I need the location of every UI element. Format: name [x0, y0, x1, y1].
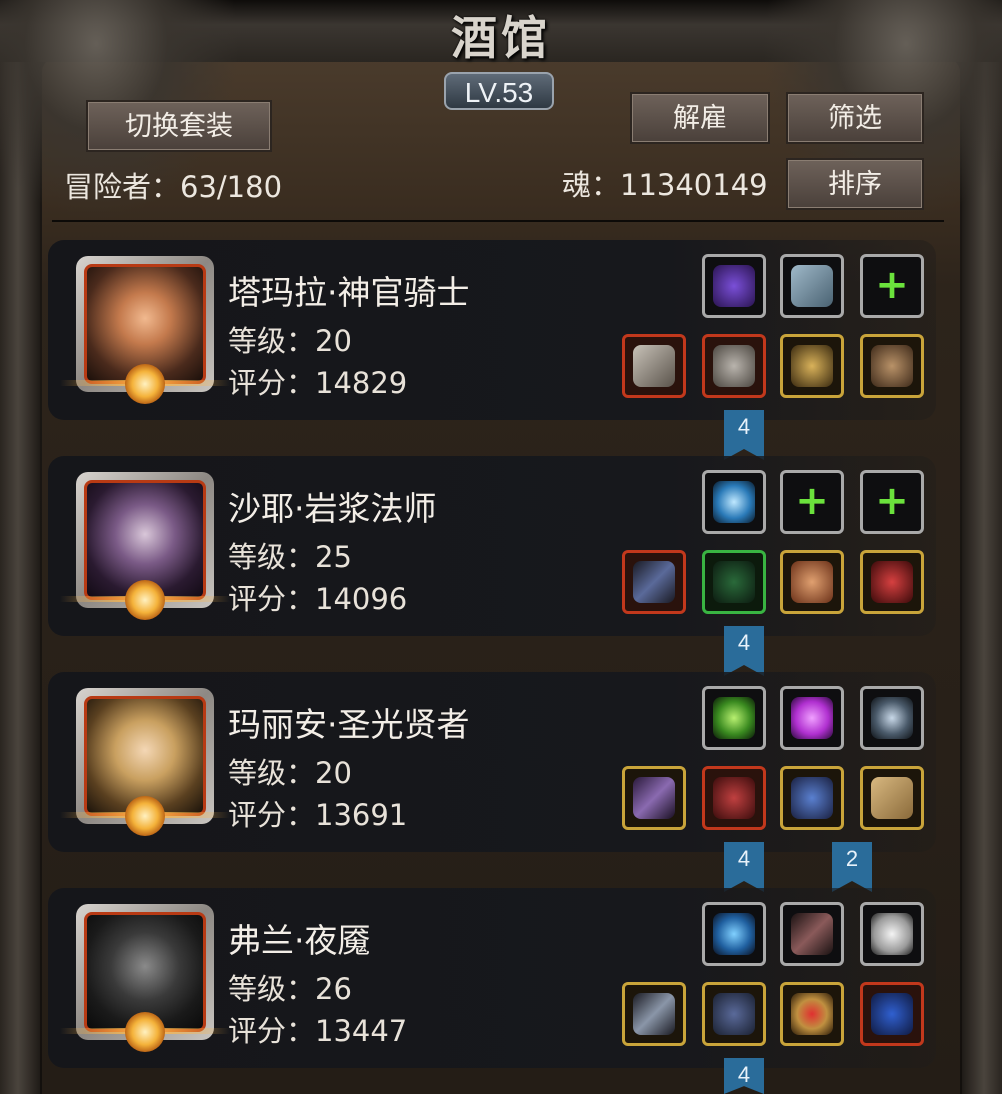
rank-emblem-icon	[125, 364, 165, 404]
mask-icon[interactable]	[860, 334, 924, 398]
hero-score: 评分：14829	[228, 366, 408, 400]
plate-armor-icon[interactable]	[702, 982, 766, 1046]
green-crystal-icon[interactable]	[702, 686, 766, 750]
page-title: 酒馆	[451, 11, 551, 65]
hero-level: 等级：26	[228, 972, 352, 1006]
emblem-icon[interactable]	[860, 686, 924, 750]
staff-icon[interactable]	[622, 550, 686, 614]
empty-slot-plus-icon[interactable]: +	[860, 254, 924, 318]
ruby-ring-icon[interactable]	[780, 982, 844, 1046]
soul-count: 魂：11340149	[562, 168, 768, 202]
hero-name: 塔玛拉·神官骑士	[228, 273, 470, 312]
bracelet-icon[interactable]	[780, 550, 844, 614]
adventurer-count: 冒险者：63/180	[64, 170, 283, 204]
red-cloak-icon[interactable]	[702, 766, 766, 830]
hero-score: 评分：13447	[228, 1014, 408, 1048]
hero-name: 弗兰·夜魇	[228, 921, 371, 960]
rank-emblem-icon	[125, 796, 165, 836]
book-icon[interactable]	[780, 254, 844, 318]
sort-button[interactable]: 排序	[786, 158, 924, 210]
feather-icon[interactable]	[780, 902, 844, 966]
hammer-icon[interactable]	[622, 334, 686, 398]
dagger-icon[interactable]	[622, 982, 686, 1046]
white-stone-icon[interactable]	[860, 902, 924, 966]
divider	[52, 220, 944, 222]
empty-slot-plus-icon[interactable]: +	[860, 470, 924, 534]
tavern-level-badge: LV.53	[444, 72, 554, 110]
hero-level: 等级：25	[228, 540, 352, 574]
amulet-icon[interactable]	[780, 334, 844, 398]
hero-level: 等级：20	[228, 756, 352, 790]
blue-ring-icon[interactable]	[860, 982, 924, 1046]
switch-set-button[interactable]: 切换套装	[86, 100, 272, 152]
empty-slot-plus-icon[interactable]: +	[780, 470, 844, 534]
necklace-icon[interactable]	[860, 550, 924, 614]
rank-emblem-icon	[125, 1012, 165, 1052]
filter-button[interactable]: 筛选	[786, 92, 924, 144]
pendant-icon[interactable]	[780, 766, 844, 830]
purple-gem-icon[interactable]	[780, 686, 844, 750]
scepter-icon[interactable]	[622, 766, 686, 830]
hero-score: 评分：14096	[228, 582, 408, 616]
dismiss-button[interactable]: 解雇	[630, 92, 770, 144]
hero-level: 等级：20	[228, 324, 352, 358]
hero-name: 玛丽安·圣光贤者	[228, 705, 470, 744]
blue-swirl-icon[interactable]	[702, 902, 766, 966]
dark-orb-icon[interactable]	[702, 254, 766, 318]
hero-name: 沙耶·岩浆法师	[228, 489, 437, 528]
robe-icon[interactable]	[702, 550, 766, 614]
blue-orb-icon[interactable]	[702, 470, 766, 534]
scroll-icon[interactable]	[860, 766, 924, 830]
armor-icon[interactable]	[702, 334, 766, 398]
hero-score: 评分：13691	[228, 798, 408, 832]
rank-emblem-icon	[125, 580, 165, 620]
